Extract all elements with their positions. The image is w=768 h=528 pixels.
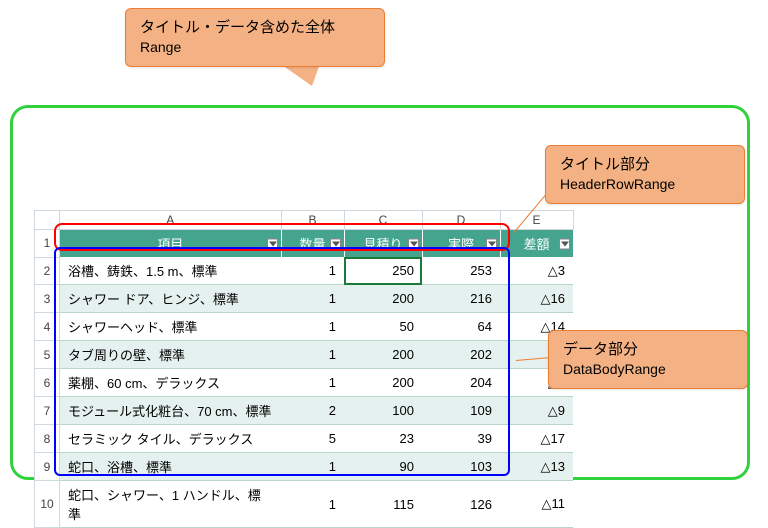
th-est-label: 見積り <box>363 237 402 252</box>
cell-qty[interactable]: 1 <box>281 285 344 313</box>
cell-item[interactable]: 浴槽、鋳鉄、1.5 m、標準 <box>60 257 282 285</box>
cell-item[interactable]: タブ周りの壁、標準 <box>60 341 282 369</box>
row-header[interactable]: 8 <box>35 425 60 453</box>
th-est[interactable]: 見積り <box>344 230 422 258</box>
cell-diff[interactable]: △9 <box>500 397 573 425</box>
cell-item[interactable]: 蛇口、浴槽、標準 <box>60 453 282 481</box>
filter-icon[interactable] <box>267 238 278 249</box>
cell-qty[interactable]: 1 <box>281 369 344 397</box>
row-header[interactable]: 2 <box>35 257 60 285</box>
cell-item[interactable]: 薬棚、60 cm、デラックス <box>60 369 282 397</box>
row-header[interactable]: 5 <box>35 341 60 369</box>
table-row: 5 タブ周りの壁、標準 1 200 202 △2 <box>35 341 574 369</box>
cell-diff[interactable]: △16 <box>500 285 573 313</box>
cell-est[interactable]: 90 <box>344 453 422 481</box>
callout-range-line2: Range <box>140 38 370 58</box>
callout-range: タイトル・データ含めた全体 Range <box>125 8 385 67</box>
table-row: 2 浴槽、鋳鉄、1.5 m、標準 1 250 253 △3 <box>35 257 574 285</box>
cell-item[interactable]: 蛇口、シャワー、1 ハンドル、標準 <box>60 481 282 528</box>
col-header-a[interactable]: A <box>60 211 282 230</box>
row-header[interactable]: 9 <box>35 453 60 481</box>
cell-est[interactable]: 200 <box>344 369 422 397</box>
cell-diff[interactable]: △11 <box>500 481 573 528</box>
th-act[interactable]: 実際 <box>422 230 500 258</box>
col-header-d[interactable]: D <box>422 211 500 230</box>
th-item-label: 項目 <box>157 237 183 252</box>
callout-body-line1: データ部分 <box>563 339 733 360</box>
cell-item[interactable]: シャワー ドア、ヒンジ、標準 <box>60 285 282 313</box>
filter-icon[interactable] <box>559 238 570 249</box>
cell-act[interactable]: 202 <box>422 341 500 369</box>
column-headers-row: A B C D E <box>35 211 574 230</box>
row-header[interactable]: 7 <box>35 397 60 425</box>
th-qty[interactable]: 数量 <box>281 230 344 258</box>
table-row: 7 モジュール式化粧台、70 cm、標準 2 100 109 △9 <box>35 397 574 425</box>
row-header[interactable]: 3 <box>35 285 60 313</box>
cell-act[interactable]: 64 <box>422 313 500 341</box>
cell-qty[interactable]: 5 <box>281 425 344 453</box>
cell-est[interactable]: 250 <box>344 257 422 285</box>
cell-act[interactable]: 126 <box>422 481 500 528</box>
cell-qty[interactable]: 2 <box>281 397 344 425</box>
row-header[interactable]: 6 <box>35 369 60 397</box>
th-diff-label: 差額 <box>523 237 549 252</box>
filter-icon[interactable] <box>408 238 419 249</box>
cell-est[interactable]: 50 <box>344 313 422 341</box>
row-header-1[interactable]: 1 <box>35 230 60 258</box>
table-row: 3 シャワー ドア、ヒンジ、標準 1 200 216 △16 <box>35 285 574 313</box>
filter-icon[interactable] <box>486 238 497 249</box>
th-act-label: 実際 <box>448 237 474 252</box>
cell-est[interactable]: 100 <box>344 397 422 425</box>
excel-table: A B C D E 1 項目 数量 見積り 実際 差額 2 浴槽、鋳鉄、1.5 … <box>34 210 574 528</box>
cell-diff[interactable]: △13 <box>500 453 573 481</box>
cell-item[interactable]: セラミック タイル、デラックス <box>60 425 282 453</box>
th-qty-label: 数量 <box>299 237 325 252</box>
cell-act[interactable]: 216 <box>422 285 500 313</box>
cell-act[interactable]: 253 <box>422 257 500 285</box>
cell-act[interactable]: 103 <box>422 453 500 481</box>
cell-item[interactable]: シャワーヘッド、標準 <box>60 313 282 341</box>
table-row: 6 薬棚、60 cm、デラックス 1 200 204 △4 <box>35 369 574 397</box>
cell-qty[interactable]: 1 <box>281 341 344 369</box>
cell-qty[interactable]: 1 <box>281 453 344 481</box>
cell-qty[interactable]: 1 <box>281 313 344 341</box>
callout-header: タイトル部分 HeaderRowRange <box>545 145 745 204</box>
th-diff[interactable]: 差額 <box>500 230 573 258</box>
cell-act[interactable]: 109 <box>422 397 500 425</box>
table-row: 9 蛇口、浴槽、標準 1 90 103 △13 <box>35 453 574 481</box>
callout-header-line1: タイトル部分 <box>560 154 730 175</box>
cell-qty[interactable]: 1 <box>281 481 344 528</box>
callout-body-line2: DataBodyRange <box>563 360 733 380</box>
cell-item[interactable]: モジュール式化粧台、70 cm、標準 <box>60 397 282 425</box>
cell-est[interactable]: 200 <box>344 285 422 313</box>
col-header-e[interactable]: E <box>500 211 573 230</box>
cell-diff[interactable]: △17 <box>500 425 573 453</box>
th-item[interactable]: 項目 <box>60 230 282 258</box>
col-header-c[interactable]: C <box>344 211 422 230</box>
cell-est[interactable]: 115 <box>344 481 422 528</box>
table-header-row: 1 項目 数量 見積り 実際 差額 <box>35 230 574 258</box>
table-row: 10 蛇口、シャワー、1 ハンドル、標準 1 115 126 △11 <box>35 481 574 528</box>
spreadsheet: A B C D E 1 項目 数量 見積り 実際 差額 2 浴槽、鋳鉄、1.5 … <box>34 210 574 528</box>
corner-cell[interactable] <box>35 211 60 230</box>
cell-qty[interactable]: 1 <box>281 257 344 285</box>
cell-act[interactable]: 204 <box>422 369 500 397</box>
table-row: 4 シャワーヘッド、標準 1 50 64 △14 <box>35 313 574 341</box>
cell-est[interactable]: 23 <box>344 425 422 453</box>
table-row: 8 セラミック タイル、デラックス 5 23 39 △17 <box>35 425 574 453</box>
cell-diff[interactable]: △3 <box>500 257 573 285</box>
filter-icon[interactable] <box>330 238 341 249</box>
col-header-b[interactable]: B <box>281 211 344 230</box>
cell-est[interactable]: 200 <box>344 341 422 369</box>
callout-body: データ部分 DataBodyRange <box>548 330 748 389</box>
callout-header-line2: HeaderRowRange <box>560 175 730 195</box>
row-header[interactable]: 10 <box>35 481 60 528</box>
callout-range-line1: タイトル・データ含めた全体 <box>140 17 370 38</box>
row-header[interactable]: 4 <box>35 313 60 341</box>
cell-act[interactable]: 39 <box>422 425 500 453</box>
